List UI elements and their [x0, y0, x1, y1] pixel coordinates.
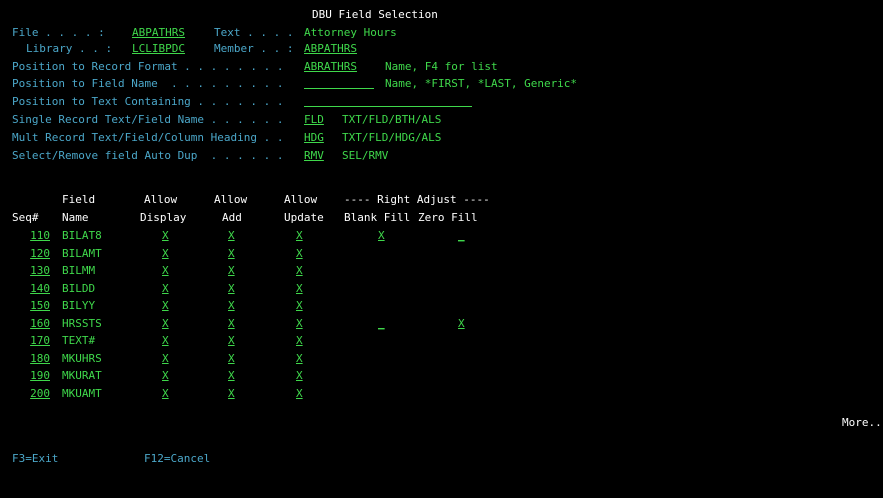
pos-record-label: Position to Record Format . . . . . . . …: [12, 60, 284, 73]
allow-add-input[interactable]: X: [228, 334, 235, 347]
single-input[interactable]: FLD: [304, 113, 324, 126]
member-label: Member . . :: [214, 42, 294, 55]
allow-update-input[interactable]: X: [296, 352, 303, 365]
seq-input[interactable]: 130: [16, 264, 50, 277]
header-zero-fill: Zero Fill: [418, 211, 478, 224]
allow-add-input[interactable]: X: [228, 229, 235, 242]
header-allow-update-top: Allow: [284, 193, 318, 206]
header-allow-display-top: Allow: [144, 193, 178, 206]
pos-text-label: Position to Text Containing . . . . . . …: [12, 95, 284, 108]
allow-display-input[interactable]: X: [162, 247, 169, 260]
blank-fill-input[interactable]: X: [378, 229, 385, 242]
member-value: ABPATHRS: [304, 42, 357, 55]
allow-update-input[interactable]: X: [296, 299, 303, 312]
allow-add-input[interactable]: X: [228, 282, 235, 295]
mult-hint: TXT/FLD/HDG/ALS: [342, 131, 442, 144]
field-name: HRSSTS: [62, 317, 102, 330]
allow-update-input[interactable]: X: [296, 317, 303, 330]
allow-add-input[interactable]: X: [228, 317, 235, 330]
mult-input[interactable]: HDG: [304, 131, 324, 144]
library-label: Library . . :: [26, 42, 113, 55]
allow-update-input[interactable]: X: [296, 387, 303, 400]
field-name: BILAMT: [62, 247, 102, 260]
field-name: MKURAT: [62, 369, 102, 382]
file-value: ABPATHRS: [132, 26, 185, 39]
zero-fill-input[interactable]: X: [458, 317, 465, 330]
more-indicator: More..: [842, 416, 882, 429]
mult-label: Mult Record Text/Field/Column Heading . …: [12, 131, 284, 144]
f12-cancel-key[interactable]: F12=Cancel: [144, 452, 210, 465]
header-field-top: Field: [62, 193, 96, 206]
zero-fill-input[interactable]: _: [458, 229, 465, 242]
seq-input[interactable]: 120: [16, 247, 50, 260]
allow-display-input[interactable]: X: [162, 334, 169, 347]
header-update: Update: [284, 211, 324, 224]
allow-display-input[interactable]: X: [162, 229, 169, 242]
seq-input[interactable]: 160: [16, 317, 50, 330]
text-value: Attorney Hours: [304, 26, 397, 39]
blank-fill-input[interactable]: _: [378, 317, 385, 330]
allow-display-input[interactable]: X: [162, 282, 169, 295]
allow-add-input[interactable]: X: [228, 352, 235, 365]
allow-add-input[interactable]: X: [228, 387, 235, 400]
allow-add-input[interactable]: X: [228, 369, 235, 382]
allow-add-input[interactable]: X: [228, 264, 235, 277]
pos-field-hint: Name, *FIRST, *LAST, Generic*: [385, 77, 578, 90]
pos-field-input[interactable]: [304, 77, 374, 89]
allow-display-input[interactable]: X: [162, 352, 169, 365]
header-add: Add: [222, 211, 242, 224]
field-name: TEXT#: [62, 334, 96, 347]
seq-input[interactable]: 110: [16, 229, 50, 242]
pos-text-input[interactable]: [304, 95, 472, 107]
seq-input[interactable]: 180: [16, 352, 50, 365]
allow-update-input[interactable]: X: [296, 334, 303, 347]
header-right-adjust: ---- Right Adjust ----: [344, 193, 490, 206]
header-allow-add-top: Allow: [214, 193, 248, 206]
seq-input[interactable]: 140: [16, 282, 50, 295]
field-name: MKUAMT: [62, 387, 102, 400]
dup-label: Select/Remove field Auto Dup . . . . . .: [12, 149, 284, 162]
seq-input[interactable]: 150: [16, 299, 50, 312]
dup-input[interactable]: RMV: [304, 149, 324, 162]
allow-display-input[interactable]: X: [162, 264, 169, 277]
dup-hint: SEL/RMV: [342, 149, 389, 162]
seq-input[interactable]: 190: [16, 369, 50, 382]
header-display: Display: [140, 211, 187, 224]
allow-display-input[interactable]: X: [162, 387, 169, 400]
header-seq: Seq#: [12, 211, 39, 224]
seq-input[interactable]: 170: [16, 334, 50, 347]
f3-exit-key[interactable]: F3=Exit: [12, 452, 58, 465]
field-name: BILYY: [62, 299, 96, 312]
pos-record-hint: Name, F4 for list: [385, 60, 498, 73]
allow-display-input[interactable]: X: [162, 369, 169, 382]
allow-update-input[interactable]: X: [296, 247, 303, 260]
single-hint: TXT/FLD/BTH/ALS: [342, 113, 442, 126]
pos-record-input[interactable]: ABRATHRS: [304, 60, 374, 73]
field-name: BILDD: [62, 282, 96, 295]
header-name: Name: [62, 211, 89, 224]
field-name: BILAT8: [62, 229, 102, 242]
library-value: LCLIBPDC: [132, 42, 185, 55]
allow-update-input[interactable]: X: [296, 229, 303, 242]
file-label: File . . . . :: [12, 26, 105, 39]
allow-display-input[interactable]: X: [162, 299, 169, 312]
single-label: Single Record Text/Field Name . . . . . …: [12, 113, 284, 126]
screen-title: DBU Field Selection: [312, 8, 438, 21]
seq-input[interactable]: 200: [16, 387, 50, 400]
allow-update-input[interactable]: X: [296, 369, 303, 382]
allow-update-input[interactable]: X: [296, 264, 303, 277]
allow-update-input[interactable]: X: [296, 282, 303, 295]
pos-field-label: Position to Field Name . . . . . . . . .: [12, 77, 284, 90]
allow-add-input[interactable]: X: [228, 299, 235, 312]
field-name: BILMM: [62, 264, 96, 277]
allow-add-input[interactable]: X: [228, 247, 235, 260]
header-blank-fill: Blank Fill: [344, 211, 411, 224]
text-label: Text . . . .: [214, 26, 294, 39]
allow-display-input[interactable]: X: [162, 317, 169, 330]
field-name: MKUHRS: [62, 352, 102, 365]
